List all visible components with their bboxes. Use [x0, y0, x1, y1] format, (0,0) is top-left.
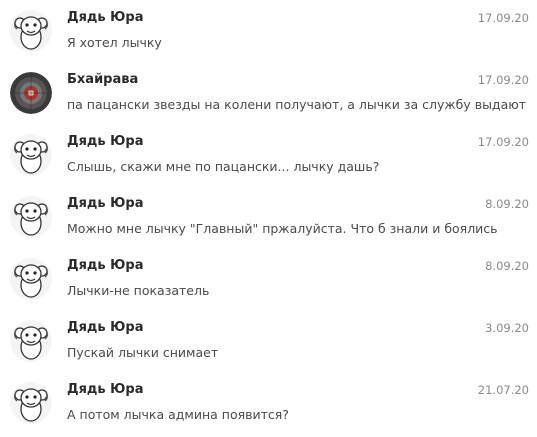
message-author[interactable]: Дядь Юра: [67, 10, 144, 25]
sheep-avatar-icon[interactable]: [10, 196, 52, 238]
message-text: Я хотел лычку: [67, 35, 162, 50]
message-item[interactable]: Дядь Юра 8.09.20 Лычки-не показатель: [0, 248, 537, 310]
sheep-avatar-icon[interactable]: [10, 10, 52, 52]
message-text: Лычки-не показатель: [67, 283, 210, 298]
message-date: 21.07.20: [477, 383, 529, 397]
message-text: Можно мне лычку "Главный" пржалуйста. Чт…: [67, 221, 498, 236]
message-text: Слышь, скажи мне по пацански... лычку да…: [67, 159, 380, 174]
message-item[interactable]: Бхайрава 17.09.20 па пацански звезды на …: [0, 62, 537, 124]
message-date: 17.09.20: [477, 135, 529, 149]
message-date: 17.09.20: [477, 73, 529, 87]
dark-photo-avatar[interactable]: [10, 72, 52, 114]
sheep-avatar-icon[interactable]: [10, 320, 52, 362]
message-item[interactable]: Дядь Юра 3.09.20 Пускай лычки снимает: [0, 310, 537, 372]
sheep-avatar-icon[interactable]: [10, 134, 52, 176]
message-item[interactable]: Дядь Юра 21.07.20 А потом лычка админа п…: [0, 372, 537, 434]
message-author[interactable]: Дядь Юра: [67, 258, 144, 273]
message-text: А потом лычка админа появится?: [67, 407, 289, 422]
message-author[interactable]: Бхайрава: [67, 72, 138, 87]
sheep-avatar-icon[interactable]: [10, 258, 52, 300]
message-date: 8.09.20: [485, 197, 529, 211]
message-date: 8.09.20: [485, 259, 529, 273]
message-item[interactable]: Дядь Юра 17.09.20 Слышь, скажи мне по па…: [0, 124, 537, 186]
message-text: Пускай лычки снимает: [67, 345, 219, 360]
message-author[interactable]: Дядь Юра: [67, 320, 144, 335]
sheep-avatar-icon[interactable]: [10, 382, 52, 424]
message-author[interactable]: Дядь Юра: [67, 196, 144, 211]
message-list: Дядь Юра 17.09.20 Я хотел лычку Бхайрава…: [0, 0, 537, 437]
message-date: 3.09.20: [485, 321, 529, 335]
message-date: 17.09.20: [477, 11, 529, 25]
message-item[interactable]: Дядь Юра 8.09.20 Можно мне лычку "Главны…: [0, 186, 537, 248]
message-item[interactable]: Дядь Юра 17.09.20 Я хотел лычку: [0, 0, 537, 62]
message-text: па пацански звезды на колени получают, а…: [67, 97, 527, 112]
message-author[interactable]: Дядь Юра: [67, 382, 144, 397]
message-author[interactable]: Дядь Юра: [67, 134, 144, 149]
